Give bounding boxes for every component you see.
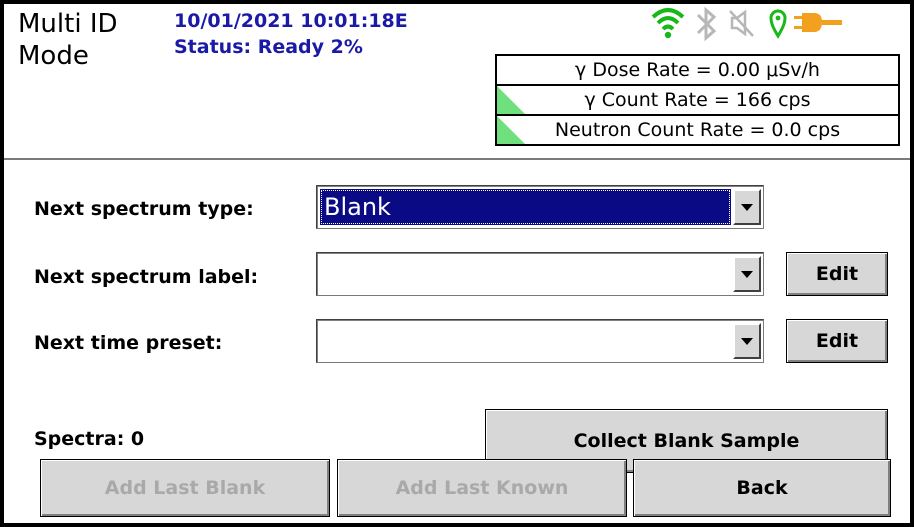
spectrum-label-label: Next spectrum label:: [34, 266, 259, 288]
spectrum-label-dropdown-arrow-icon[interactable]: [733, 256, 761, 292]
add-last-known-button[interactable]: Add Last Known: [337, 459, 627, 517]
spectrum-type-label: Next spectrum type:: [34, 198, 254, 220]
dose-rate-text: γ Dose Rate = 0.00 μSv/h: [575, 59, 820, 81]
back-button[interactable]: Back: [633, 459, 891, 517]
time-preset-dropdown[interactable]: [316, 319, 764, 363]
mode-title: Multi ID Mode: [18, 9, 118, 71]
spectrum-label-value[interactable]: [320, 256, 731, 292]
spectrum-type-dropdown[interactable]: Blank: [316, 185, 764, 229]
gamma-rate-indicator: [497, 86, 525, 114]
header-divider: [4, 158, 910, 160]
time-preset-value[interactable]: [320, 323, 731, 359]
spectrum-type-value[interactable]: Blank: [320, 189, 731, 225]
dose-rate-box: γ Dose Rate = 0.00 μSv/h: [495, 54, 900, 86]
multi-id-screen: Multi ID Mode 10/01/2021 10:01:18E Statu…: [4, 4, 910, 523]
gamma-count-rate-text: γ Count Rate = 166 cps: [584, 89, 811, 111]
edit-label-button[interactable]: Edit: [786, 252, 888, 296]
bluetooth-icon: [692, 6, 720, 46]
neutron-rate-indicator: [497, 116, 525, 144]
rate-readouts: γ Dose Rate = 0.00 μSv/h γ Count Rate = …: [495, 54, 900, 146]
wifi-icon: [650, 6, 686, 44]
gamma-count-rate-box: γ Count Rate = 166 cps: [495, 84, 900, 116]
add-last-blank-button[interactable]: Add Last Blank: [40, 459, 330, 517]
time-preset-dropdown-arrow-icon[interactable]: [733, 323, 761, 359]
status-text: Status: Ready 2%: [174, 36, 363, 58]
time-preset-label: Next time preset:: [34, 332, 223, 354]
speaker-muted-icon: [726, 6, 756, 44]
neutron-count-rate-text: Neutron Count Rate = 0.0 cps: [554, 119, 841, 141]
status-icons: [650, 6, 906, 46]
datetime-display: 10/01/2021 10:01:18E: [174, 10, 408, 32]
location-pin-icon: [767, 6, 789, 44]
spectra-count: Spectra: 0: [34, 428, 145, 450]
neutron-count-rate-box: Neutron Count Rate = 0.0 cps: [495, 114, 900, 146]
spectrum-label-dropdown[interactable]: [316, 252, 764, 296]
spectrum-type-dropdown-arrow-icon[interactable]: [733, 189, 761, 225]
power-plug-icon: [792, 6, 844, 44]
edit-preset-button[interactable]: Edit: [786, 319, 888, 363]
